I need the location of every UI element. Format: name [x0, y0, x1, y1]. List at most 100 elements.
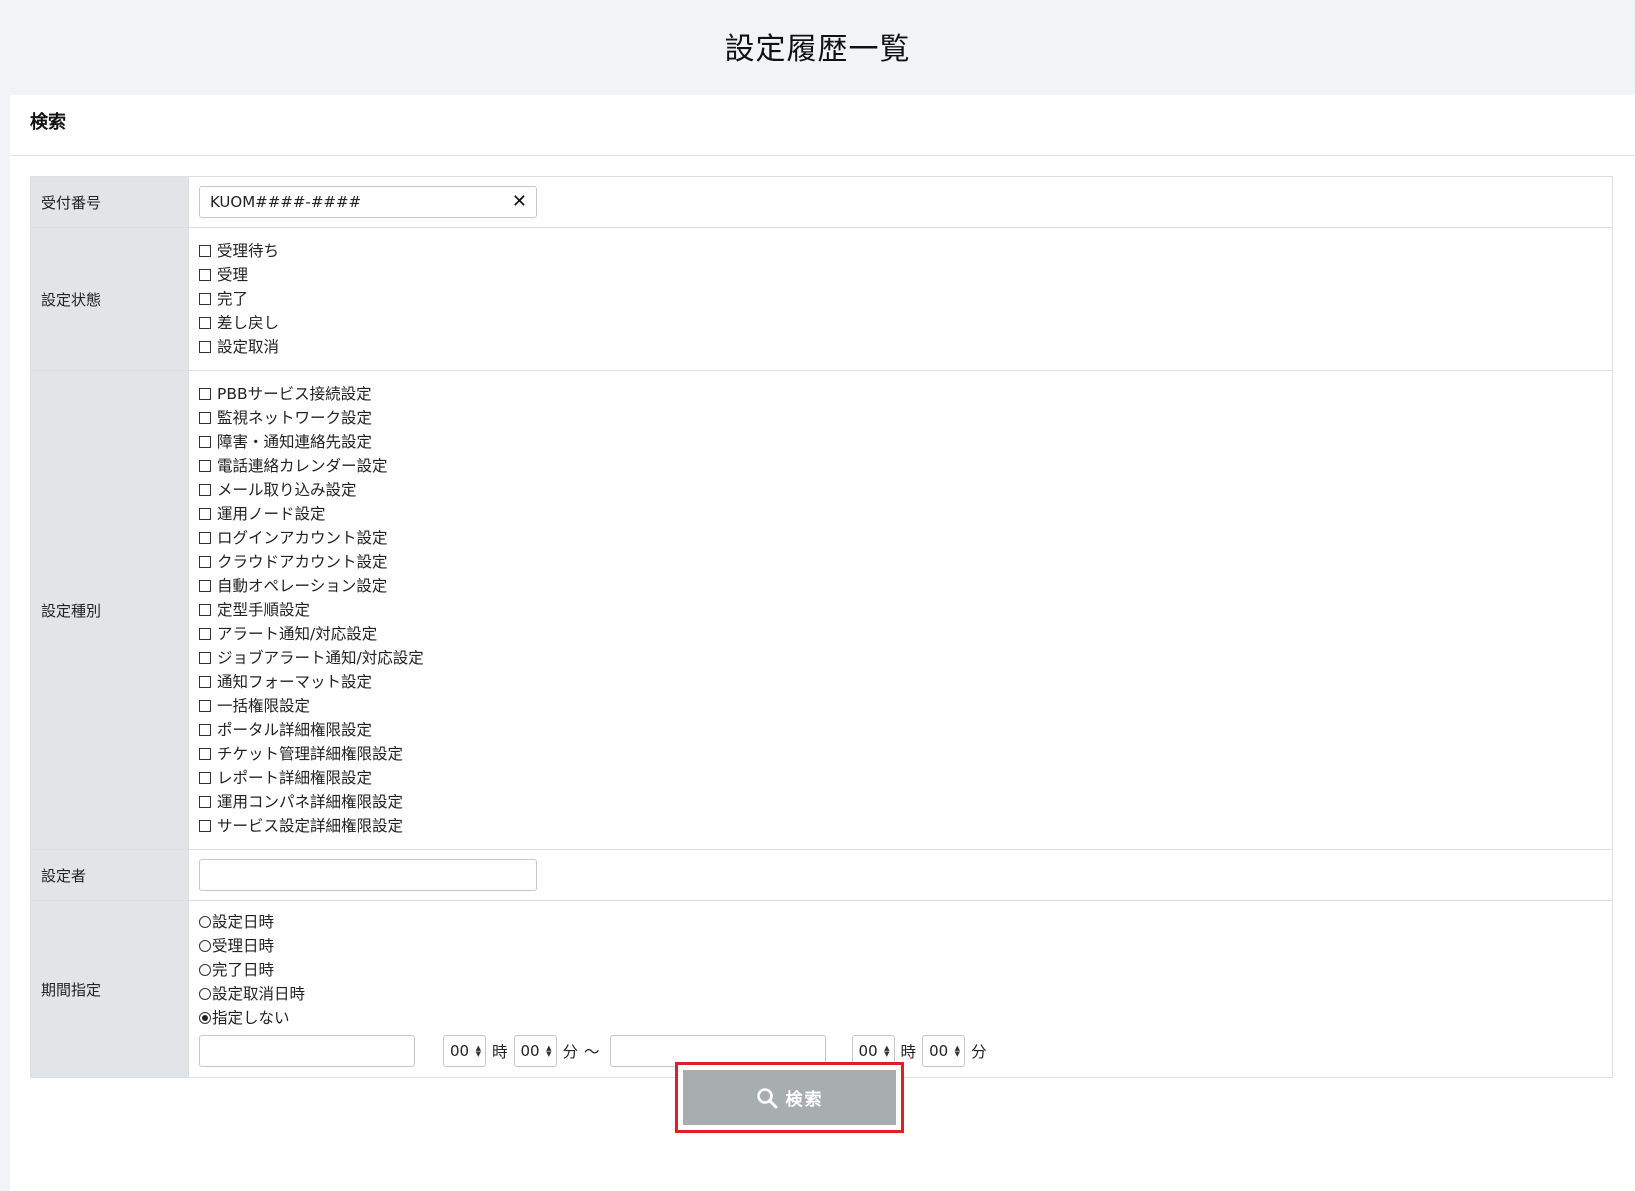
checkbox-label: チケット管理詳細権限設定 — [217, 745, 404, 763]
checkbox-icon[interactable] — [199, 293, 211, 305]
checkbox-icon[interactable] — [199, 460, 211, 472]
checkbox-icon[interactable] — [199, 556, 211, 568]
checkbox-option[interactable]: レポート詳細権限設定 — [199, 766, 1602, 790]
search-icon — [756, 1087, 777, 1108]
clear-icon[interactable]: ✕ — [512, 187, 527, 217]
checkbox-icon[interactable] — [199, 436, 211, 448]
checkbox-option[interactable]: 電話連絡カレンダー設定 — [199, 454, 1602, 478]
checkbox-label: 受理 — [217, 266, 249, 284]
checkbox-icon[interactable] — [199, 796, 211, 808]
checkbox-label: 設定取消 — [217, 338, 280, 356]
checkbox-option[interactable]: クラウドアカウント設定 — [199, 550, 1602, 574]
checkbox-label: 通知フォーマット設定 — [217, 673, 373, 691]
checkbox-option[interactable]: ポータル詳細権限設定 — [199, 718, 1602, 742]
checkbox-option[interactable]: 受理 — [199, 263, 1602, 287]
radio-icon[interactable] — [199, 1012, 211, 1024]
checkbox-icon[interactable] — [199, 700, 211, 712]
radio-option[interactable]: 指定しない — [199, 1006, 1602, 1030]
radio-icon[interactable] — [199, 964, 211, 976]
hour-unit-label: 時 — [900, 1043, 917, 1061]
checkbox-icon[interactable] — [199, 652, 211, 664]
checkbox-label: アラート通知/対応設定 — [217, 625, 378, 643]
checkbox-label: ポータル詳細権限設定 — [217, 721, 373, 739]
spinner-arrows-icon: ▲ ▼ — [475, 1044, 481, 1058]
period-from-date-input[interactable] — [199, 1035, 415, 1067]
radio-option[interactable]: 設定取消日時 — [199, 982, 1602, 1006]
row-setting-type: 設定種別 PBBサービス接続設定 監視ネットワーク設定 障害・通知連絡先設定 電話連絡… — [30, 370, 1613, 850]
checkbox-option[interactable]: PBBサービス接続設定 — [199, 382, 1602, 406]
checkbox-icon[interactable] — [199, 772, 211, 784]
radio-icon[interactable] — [199, 988, 211, 1000]
radio-option[interactable]: 設定日時 — [199, 910, 1602, 934]
radio-icon[interactable] — [199, 940, 211, 952]
receipt-number-label: 受付番号 — [30, 176, 189, 228]
checkbox-icon[interactable] — [199, 532, 211, 544]
checkbox-option[interactable]: 差し戻し — [199, 311, 1602, 335]
checkbox-option[interactable]: チケット管理詳細権限設定 — [199, 742, 1602, 766]
checkbox-icon[interactable] — [199, 820, 211, 832]
radio-label: 設定日時 — [212, 913, 275, 931]
receipt-number-input[interactable]: KUOM####-#### ✕ — [199, 186, 537, 218]
checkbox-icon[interactable] — [199, 412, 211, 424]
spinner-arrows-icon: ▲ ▼ — [954, 1044, 961, 1058]
checkbox-label: 一括権限設定 — [217, 697, 311, 715]
checkbox-label: 監視ネットワーク設定 — [217, 409, 373, 427]
checkbox-option[interactable]: 設定取消 — [199, 335, 1602, 359]
checkbox-icon[interactable] — [199, 245, 211, 257]
checkbox-icon[interactable] — [199, 580, 211, 592]
checkbox-option[interactable]: 完了 — [199, 287, 1602, 311]
setter-label: 設定者 — [30, 849, 189, 901]
setter-input[interactable] — [199, 859, 537, 891]
setting-type-checklist: PBBサービス接続設定 監視ネットワーク設定障害・通知連絡先設定電話連絡カレンダー… — [199, 371, 1602, 849]
period-to-hour-value: 00 — [858, 1042, 878, 1060]
checkbox-icon[interactable] — [199, 724, 211, 736]
checkbox-icon[interactable] — [199, 317, 211, 329]
checkbox-label: メール取り込み設定 — [217, 481, 357, 499]
radio-label: 設定取消日時 — [212, 985, 306, 1003]
checkbox-option[interactable]: ジョブアラート通知/対応設定 — [199, 646, 1602, 670]
row-setter: 設定者 — [30, 849, 1613, 901]
row-receipt-number: 受付番号 KUOM####-#### ✕ — [30, 176, 1613, 228]
checkbox-icon[interactable] — [199, 748, 211, 760]
checkbox-option[interactable]: 一括権限設定 — [199, 694, 1602, 718]
checkbox-icon[interactable] — [199, 676, 211, 688]
checkbox-option[interactable]: 自動オペレーション設定 — [199, 574, 1602, 598]
search-panel: 検索 受付番号 KUOM####-#### ✕ 設定状態 受理待ち 受理 完了 差し戻… — [10, 95, 1635, 1191]
checkbox-option[interactable]: 障害・通知連絡先設定 — [199, 430, 1602, 454]
row-period: 期間指定 設定日時 受理日時 完了日時 設定取消日時 指定しない 00 ▲ ▼ 時 00 … — [30, 900, 1613, 1078]
checkbox-option[interactable]: アラート通知/対応設定 — [199, 622, 1602, 646]
row-setting-status: 設定状態 受理待ち 受理 完了 差し戻し 設定取消 — [30, 227, 1613, 371]
search-button[interactable]: 検索 — [683, 1070, 896, 1125]
checkbox-icon[interactable] — [199, 628, 211, 640]
checkbox-option[interactable]: 運用コンパネ詳細権限設定 — [199, 790, 1602, 814]
checkbox-icon[interactable] — [199, 508, 211, 520]
checkbox-icon[interactable] — [199, 269, 211, 281]
period-from-minute-select[interactable]: 00 ▲ ▼ — [513, 1035, 557, 1067]
setting-status-checklist: 受理待ち受理完了 差し戻し設定取消 — [199, 228, 1602, 370]
radio-option[interactable]: 受理日時 — [199, 934, 1602, 958]
checkbox-label: クラウドアカウント設定 — [217, 553, 388, 571]
checkbox-option[interactable]: 運用ノード設定 — [199, 502, 1602, 526]
radio-label: 受理日時 — [212, 937, 275, 955]
checkbox-option[interactable]: ログインアカウント設定 — [199, 526, 1602, 550]
checkbox-icon[interactable] — [199, 388, 211, 400]
checkbox-icon[interactable] — [199, 341, 211, 353]
period-radio-group: 設定日時受理日時完了日時設定取消日時指定しない — [199, 910, 1602, 1030]
checkbox-option[interactable]: 受理待ち — [199, 239, 1602, 263]
checkbox-label: 電話連絡カレンダー設定 — [217, 457, 388, 475]
checkbox-option[interactable]: 通知フォーマット設定 — [199, 670, 1602, 694]
checkbox-label: レポート詳細権限設定 — [217, 769, 373, 787]
checkbox-option[interactable]: メール取り込み設定 — [199, 478, 1602, 502]
period-from-hour-select[interactable]: 00 ▲ ▼ — [443, 1035, 486, 1067]
checkbox-option[interactable]: 監視ネットワーク設定 — [199, 406, 1602, 430]
radio-option[interactable]: 完了日時 — [199, 958, 1602, 982]
checkbox-option[interactable]: サービス設定詳細権限設定 — [199, 814, 1602, 838]
period-from-hour-value: 00 — [450, 1042, 470, 1060]
period-to-minute-select[interactable]: 00 ▲ ▼ — [922, 1035, 966, 1067]
checkbox-icon[interactable] — [199, 484, 211, 496]
checkbox-label: PBBサービス接続設定 — [217, 385, 372, 403]
checkbox-icon[interactable] — [199, 604, 211, 616]
radio-icon[interactable] — [199, 916, 211, 928]
checkbox-option[interactable]: 定型手順設定 — [199, 598, 1602, 622]
checkbox-label: サービス設定詳細権限設定 — [217, 817, 404, 835]
